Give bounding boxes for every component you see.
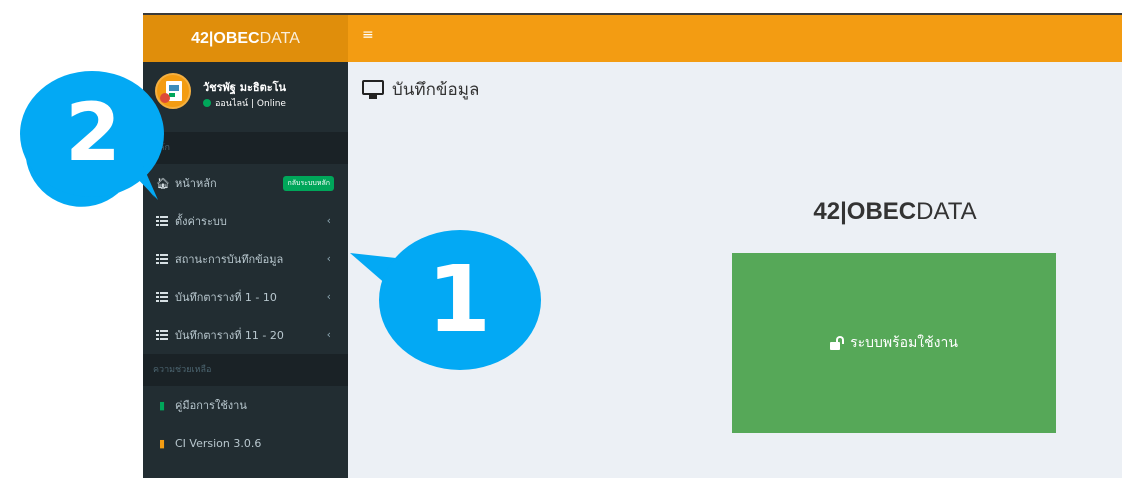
sidebar-item-label: บันทึกตารางที่ 11 - 20 — [175, 329, 284, 342]
book-icon: ▮ — [158, 436, 166, 450]
user-name: วัชรพัฐ มะธิตะโน — [203, 81, 287, 94]
menu-header-help: ความช่วยเหลือ — [143, 354, 348, 386]
sidebar-item-version[interactable]: ▮ CI Version 3.0.6 — [143, 424, 348, 462]
sidebar-item-label: สถานะการบันทึกข้อมูล — [175, 253, 284, 266]
sidebar-item-record-status[interactable]: สถานะการบันทึกข้อมูล ‹ — [143, 240, 348, 278]
list-icon — [156, 292, 168, 302]
callout-1: 1 — [348, 230, 548, 386]
sidebar-item-label: CI Version 3.0.6 — [175, 436, 262, 450]
content-brand-bold: 42|OBEC — [813, 198, 917, 225]
list-icon — [156, 254, 168, 264]
callout-2-number: 2 — [65, 86, 121, 179]
user-status: ออนไลน์ | Online — [203, 96, 286, 110]
top-navbar: ≡ — [348, 15, 1122, 62]
sidebar-item-label: หน้าหลัก — [175, 177, 217, 190]
system-ready-box[interactable]: ระบบพร้อมใช้งาน — [732, 253, 1056, 433]
content-brand: 42|OBECDATA — [733, 198, 1057, 226]
chevron-left-icon: ‹ — [326, 252, 331, 265]
sidebar-item-tables-11-20[interactable]: บันทึกตารางที่ 11 - 20 ‹ — [143, 316, 348, 354]
chevron-left-icon: ‹ — [326, 328, 331, 341]
chevron-left-icon: ‹ — [326, 290, 331, 303]
sidebar-item-label: ตั้งค่าระบบ — [175, 215, 227, 228]
page-title: บันทึกข้อมูล — [362, 76, 479, 103]
logo-light-text: DATA — [259, 29, 300, 47]
online-dot-icon — [203, 99, 211, 107]
book-icon: ▮ — [158, 398, 166, 412]
chevron-left-icon: ‹ — [326, 214, 331, 227]
callout-2: 2 — [10, 71, 180, 209]
sidebar-toggle-icon[interactable]: ≡ — [362, 27, 374, 43]
sidebar-item-manual[interactable]: ▮ คู่มือการใช้งาน — [143, 386, 348, 424]
return-main-badge[interactable]: กลับระบบหลัก — [283, 176, 334, 191]
user-status-text: ออนไลน์ | Online — [215, 99, 286, 109]
system-ready-text: ระบบพร้อมใช้งาน — [850, 335, 958, 351]
sidebar-item-tables-1-10[interactable]: บันทึกตารางที่ 1 - 10 ‹ — [143, 278, 348, 316]
list-icon — [156, 216, 168, 226]
content-brand-light: DATA — [916, 198, 977, 225]
page-title-text: บันทึกข้อมูล — [392, 80, 480, 100]
app-root: 42|OBEC DATA วัชรพัฐ มะธิตะโน ออนไลน์ | O… — [0, 0, 1122, 478]
monitor-icon — [362, 79, 384, 100]
callout-1-number: 1 — [426, 246, 491, 353]
sidebar-logo[interactable]: 42|OBEC DATA — [143, 15, 348, 62]
sidebar-item-label: บันทึกตารางที่ 1 - 10 — [175, 291, 277, 304]
list-icon — [156, 330, 168, 340]
unlock-icon — [830, 336, 845, 350]
logo-bold-text: 42|OBEC — [191, 29, 260, 47]
sidebar-item-label: คู่มือการใช้งาน — [175, 399, 247, 412]
